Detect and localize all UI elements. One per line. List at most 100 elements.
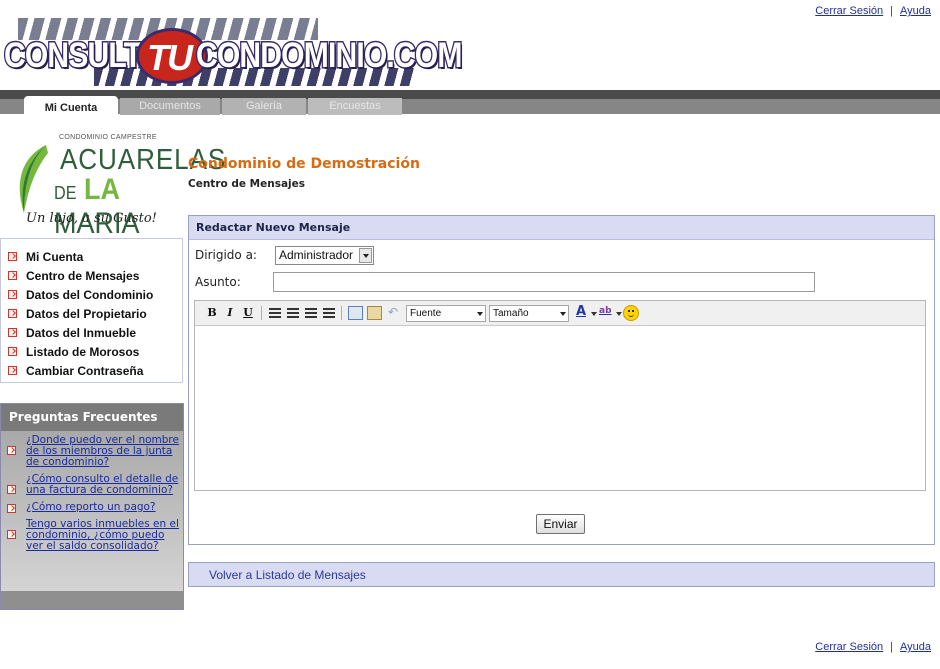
condo-logo-de: DE [54, 183, 77, 203]
font-color-icon[interactable]: A [576, 304, 586, 319]
undo-icon[interactable]: ↶ [388, 305, 398, 319]
size-dropdown-label: Tamaño [493, 308, 529, 319]
tab-mi-cuenta[interactable]: Mi Cuenta [24, 96, 118, 123]
arrow-bullet-icon [8, 328, 17, 337]
faq-item: Tengo varios inmuebles en el condominio,… [1, 519, 183, 552]
left-nav: Mi Cuenta Centro de Mensajes Datos del C… [0, 238, 183, 383]
faq-item: ¿Cómo reporto un pago? [1, 502, 183, 513]
page-subtitle: Centro de Mensajes [188, 178, 306, 190]
paste-icon[interactable] [367, 306, 382, 320]
faq-link[interactable]: ¿Cómo consulto el detalle de una factura… [26, 474, 181, 496]
link-separator: | [890, 641, 893, 653]
nav-item-listado-morosos[interactable]: Listado de Morosos [1, 342, 182, 361]
arrow-bullet-icon [8, 309, 17, 318]
to-label: Dirigido a: [195, 248, 257, 262]
align-left-icon[interactable] [269, 308, 281, 318]
back-bar: Volver a Listado de Mensajes [188, 562, 935, 587]
nav-item-label: Cambiar Contraseña [26, 363, 144, 378]
message-body-editor[interactable] [195, 326, 925, 490]
logout-link[interactable]: Cerrar Sesión [815, 5, 883, 17]
logout-link-bottom[interactable]: Cerrar Sesión [815, 641, 883, 653]
arrow-bullet-icon [8, 252, 17, 261]
help-link-bottom[interactable]: Ayuda [900, 641, 931, 653]
chevron-down-icon [560, 312, 566, 316]
highlight-color-icon[interactable]: ab [599, 306, 612, 316]
faq-item: ¿Donde puedo ver el nombre de los miembr… [1, 435, 183, 468]
main-tabs: Documentos Galería Encuestas Mi Cuenta [0, 90, 940, 123]
size-dropdown[interactable]: Tamaño [489, 305, 569, 322]
condo-logo-line2: DE LA MARIA [54, 173, 167, 241]
copy-icon[interactable] [348, 306, 363, 320]
chevron-down-icon [477, 312, 483, 316]
smiley-icon[interactable] [623, 305, 639, 321]
nav-item-datos-propietario[interactable]: Datos del Propietario [1, 304, 182, 323]
nav-item-label: Listado de Morosos [26, 344, 140, 359]
tab-encuestas[interactable]: Encuestas [308, 98, 402, 115]
bold-button[interactable]: B [205, 304, 219, 322]
link-separator: | [890, 5, 893, 17]
back-to-messages-link[interactable]: Volver a Listado de Mensajes [209, 568, 366, 582]
arrow-bullet-icon [7, 504, 16, 513]
faq-link[interactable]: Tengo varios inmuebles en el condominio,… [26, 519, 181, 552]
nav-item-datos-condominio[interactable]: Datos del Condominio [1, 285, 182, 304]
arrow-bullet-icon [8, 347, 17, 356]
font-dropdown[interactable]: Fuente [406, 305, 486, 322]
send-button[interactable]: Enviar [536, 514, 585, 534]
compose-panel: Redactar Nuevo Mensaje Dirigido a: Admin… [188, 215, 935, 545]
chevron-down-icon [359, 248, 372, 263]
rich-text-editor: B I U ↶ Fuente Tamaño A ab [194, 300, 926, 491]
font-dropdown-label: Fuente [410, 308, 442, 319]
site-logo[interactable]: CONSULTA TU CONDOMINIO.COM [3, 14, 464, 88]
recipient-value: Administrador [279, 248, 354, 262]
chevron-down-icon[interactable] [591, 312, 597, 316]
chevron-down-icon[interactable] [616, 312, 622, 316]
nav-item-centro-de-mensajes[interactable]: Centro de Mensajes [1, 266, 182, 285]
italic-button[interactable]: I [223, 304, 237, 322]
nav-item-label: Datos del Propietario [26, 306, 147, 321]
faq-link[interactable]: ¿Cómo reporto un pago? [26, 502, 156, 513]
nav-item-label: Mi Cuenta [26, 249, 84, 264]
nav-item-label: Datos del Condominio [26, 287, 154, 302]
faq-list: ¿Donde puedo ver el nombre de los miembr… [1, 435, 183, 558]
tabbar-bottom-line [0, 114, 940, 123]
toolbar-separator [261, 306, 262, 320]
help-link[interactable]: Ayuda [900, 5, 931, 17]
faq-bottom-bar [1, 591, 183, 609]
arrow-bullet-icon [8, 366, 17, 375]
arrow-bullet-icon [7, 446, 16, 455]
nav-item-mi-cuenta[interactable]: Mi Cuenta [1, 247, 182, 266]
faq-title: Preguntas Frecuentes [9, 410, 158, 424]
faq-link[interactable]: ¿Donde puedo ver el nombre de los miembr… [26, 435, 181, 468]
faq-item: ¿Cómo consulto el detalle de una factura… [1, 474, 183, 496]
nav-item-cambiar-contrasena[interactable]: Cambiar Contraseña [1, 361, 182, 380]
condo-logo-la: LA [84, 173, 121, 206]
align-center-icon[interactable] [287, 308, 299, 318]
tab-galeria[interactable]: Galería [222, 98, 306, 115]
faq-box: Preguntas Frecuentes ¿Donde puedo ver el… [0, 403, 184, 610]
recipient-select[interactable]: Administrador [275, 246, 374, 265]
condo-logo-small: CONDOMINIO CAMPESTRE [59, 134, 157, 141]
bottom-links: Cerrar Sesión | Ayuda [815, 641, 931, 653]
nav-item-datos-inmueble[interactable]: Datos del Inmueble [1, 323, 182, 342]
editor-toolbar: B I U ↶ Fuente Tamaño A ab [195, 301, 925, 326]
align-right-icon[interactable] [305, 308, 317, 318]
top-links: Cerrar Sesión | Ayuda [815, 5, 931, 17]
arrow-bullet-icon [7, 530, 16, 539]
align-justify-icon[interactable] [323, 308, 335, 318]
subject-input[interactable] [273, 272, 815, 292]
condo-logo: CONDOMINIO CAMPESTRE ACUARELAS DE LA MAR… [4, 131, 225, 240]
nav-item-label: Centro de Mensajes [26, 268, 140, 283]
tab-documentos[interactable]: Documentos [120, 98, 220, 115]
toolbar-separator [341, 306, 342, 320]
page-title: Condominio de Demostración [188, 156, 420, 172]
subject-label: Asunto: [195, 275, 241, 289]
arrow-bullet-icon [8, 271, 17, 280]
underline-button[interactable]: U [241, 304, 255, 322]
logo-word-condominio: CONDOMINIO.COM [195, 35, 464, 77]
logo-word-tu: TU [147, 37, 193, 78]
arrow-bullet-icon [8, 290, 17, 299]
arrow-bullet-icon [7, 485, 16, 494]
leaf-icon [19, 145, 48, 213]
nav-item-label: Datos del Inmueble [26, 325, 137, 340]
condo-logo-tagline: Un lujo, a su Gusto! [26, 211, 157, 226]
